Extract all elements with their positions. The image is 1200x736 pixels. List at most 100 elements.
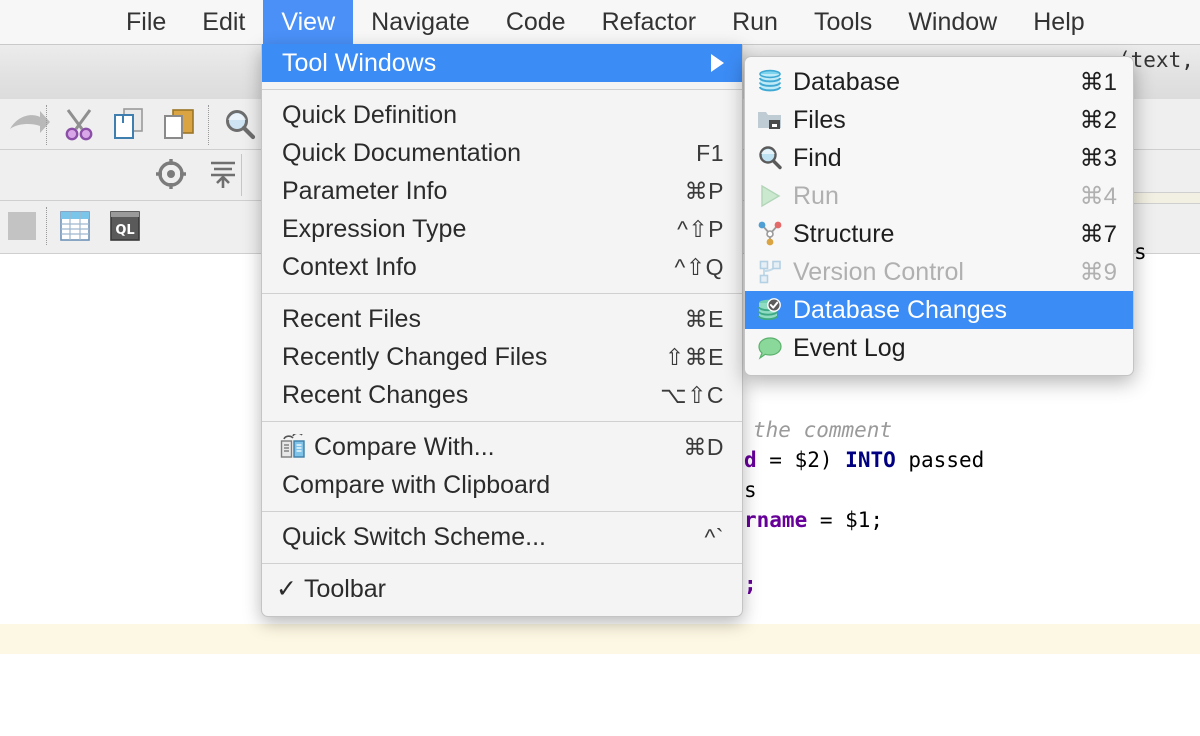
menubar-spacer xyxy=(0,0,108,44)
editor-code-line-into: d = $2) INTO passed xyxy=(744,448,984,472)
database-icon xyxy=(757,69,793,95)
toolbar-divider xyxy=(46,105,48,145)
editor-banner-line xyxy=(1130,192,1200,204)
submenu-item-database[interactable]: Database ⌘1 xyxy=(745,63,1133,101)
editor-code-line-comment: the comment xyxy=(753,418,892,442)
menubar-item-tools[interactable]: Tools xyxy=(796,0,890,44)
menubar-item-run[interactable]: Run xyxy=(714,0,796,44)
menu-item-label: Toolbar xyxy=(304,575,724,604)
submenu-item-run[interactable]: Run ⌘4 xyxy=(745,177,1133,215)
menu-item-tool-windows[interactable]: Tool Windows xyxy=(262,44,742,82)
editor-code-line-s: s xyxy=(744,478,757,502)
submenu-item-label: Event Log xyxy=(793,334,1097,363)
submenu-item-accelerator: ⌘3 xyxy=(1080,144,1117,173)
run-play-icon xyxy=(757,183,793,209)
submenu-item-accelerator: ⌘7 xyxy=(1080,220,1117,249)
submenu-item-label: Structure xyxy=(793,220,1060,249)
menu-separator xyxy=(262,563,742,564)
menubar-item-view[interactable]: View xyxy=(263,0,353,44)
menu-item-quick-definition[interactable]: Quick Definition xyxy=(262,96,742,134)
editor-highlight-band xyxy=(0,624,1200,654)
menubar-item-edit[interactable]: Edit xyxy=(184,0,263,44)
paste-icon[interactable] xyxy=(162,107,196,146)
editor-code-fragment-right: s xyxy=(1134,240,1147,264)
submenu-item-structure[interactable]: Structure ⌘7 xyxy=(745,215,1133,253)
event-log-bubble-icon xyxy=(757,335,793,361)
menu-item-accelerator: F1 xyxy=(696,140,724,167)
editor-code-line-semicolon: ; xyxy=(744,572,757,596)
submenu-item-database-changes[interactable]: Database Changes xyxy=(745,291,1133,329)
menu-item-expression-type[interactable]: Expression Type ^⇧P xyxy=(262,210,742,248)
target-locate-icon[interactable] xyxy=(155,158,187,195)
menu-item-parameter-info[interactable]: Parameter Info ⌘P xyxy=(262,172,742,210)
menubar-item-refactor[interactable]: Refactor xyxy=(584,0,714,44)
menubar-item-window[interactable]: Window xyxy=(890,0,1015,44)
submenu-item-version-control[interactable]: Version Control ⌘9 xyxy=(745,253,1133,291)
submenu-item-label: Files xyxy=(793,106,1060,135)
stop-icon[interactable] xyxy=(8,212,36,240)
menu-item-toolbar[interactable]: ✓ Toolbar xyxy=(262,570,742,608)
menubar-item-code[interactable]: Code xyxy=(488,0,584,44)
menu-item-label: Compare with Clipboard xyxy=(282,471,700,500)
database-changes-icon xyxy=(757,297,793,323)
menu-item-accelerator: ⌘D xyxy=(683,434,724,461)
menu-separator xyxy=(262,421,742,422)
submenu-item-label: Run xyxy=(793,182,1060,211)
menu-item-label: Quick Documentation xyxy=(282,139,672,168)
collapse-icon[interactable] xyxy=(207,158,239,195)
menu-item-quick-switch-scheme[interactable]: Quick Switch Scheme... ^` xyxy=(262,518,742,556)
submenu-item-label: Find xyxy=(793,144,1060,173)
menu-item-accelerator: ⌥⇧C xyxy=(660,382,724,409)
tool-windows-submenu[interactable]: Database ⌘1 Files ⌘2 Find ⌘3 xyxy=(744,56,1134,376)
menu-item-label: Quick Definition xyxy=(282,101,700,130)
submenu-item-accelerator: ⌘1 xyxy=(1080,68,1117,97)
checkmark-icon: ✓ xyxy=(276,574,304,604)
menu-item-recent-files[interactable]: Recent Files ⌘E xyxy=(262,300,742,338)
menu-item-context-info[interactable]: Context Info ^⇧Q xyxy=(262,248,742,286)
menu-item-accelerator: ⌘P xyxy=(685,178,724,205)
editor-code-line-rname: rname = $1; xyxy=(744,508,883,532)
chevron-right-icon xyxy=(711,54,724,72)
menu-item-label: Expression Type xyxy=(282,215,653,244)
menu-separator xyxy=(262,511,742,512)
submenu-item-label: Database Changes xyxy=(793,296,1097,325)
submenu-item-event-log[interactable]: Event Log xyxy=(745,329,1133,367)
cut-scissors-icon[interactable] xyxy=(62,107,96,146)
view-dropdown-menu[interactable]: Tool Windows Quick Definition Quick Docu… xyxy=(261,44,743,617)
query-console-icon[interactable]: QL xyxy=(110,211,140,246)
files-folder-icon xyxy=(757,107,793,133)
submenu-item-accelerator: ⌘4 xyxy=(1080,182,1117,211)
menu-item-label: Parameter Info xyxy=(282,177,661,206)
find-magnifier-icon xyxy=(757,145,793,171)
menu-item-accelerator: ^` xyxy=(705,524,724,551)
menu-item-recently-changed-files[interactable]: Recently Changed Files ⇧⌘E xyxy=(262,338,742,376)
submenu-item-accelerator: ⌘9 xyxy=(1080,258,1117,287)
compare-icon xyxy=(280,434,314,460)
menu-item-label: Compare With... xyxy=(314,433,659,462)
menu-item-recent-changes[interactable]: Recent Changes ⌥⇧C xyxy=(262,376,742,414)
menu-item-accelerator: ^⇧P xyxy=(677,216,724,243)
menubar-item-help[interactable]: Help xyxy=(1015,0,1102,44)
version-control-branch-icon xyxy=(757,259,793,285)
menu-item-label: Quick Switch Scheme... xyxy=(282,523,681,552)
menu-item-label: Recent Files xyxy=(282,305,661,334)
toolbar-divider xyxy=(241,154,242,196)
menu-item-compare-with-clipboard[interactable]: Compare with Clipboard xyxy=(262,466,742,504)
copy-icon[interactable] xyxy=(112,107,146,146)
menubar-item-navigate[interactable]: Navigate xyxy=(353,0,488,44)
submenu-item-accelerator: ⌘2 xyxy=(1080,106,1117,135)
menu-item-label: Tool Windows xyxy=(282,49,701,78)
code-token-text: = $2) xyxy=(757,448,846,472)
structure-icon xyxy=(757,221,793,247)
menu-item-accelerator: ⇧⌘E xyxy=(665,344,724,371)
menu-item-label: Context Info xyxy=(282,253,651,282)
search-magnifier-icon[interactable] xyxy=(222,108,258,147)
menu-item-compare-with[interactable]: Compare With... ⌘D xyxy=(262,428,742,466)
submenu-item-files[interactable]: Files ⌘2 xyxy=(745,101,1133,139)
table-grid-icon[interactable] xyxy=(60,211,90,246)
submenu-item-find[interactable]: Find ⌘3 xyxy=(745,139,1133,177)
code-token-text: = $1; xyxy=(807,508,883,532)
menu-item-quick-documentation[interactable]: Quick Documentation F1 xyxy=(262,134,742,172)
toolbar-divider xyxy=(46,207,48,245)
menubar-item-file[interactable]: File xyxy=(108,0,184,44)
